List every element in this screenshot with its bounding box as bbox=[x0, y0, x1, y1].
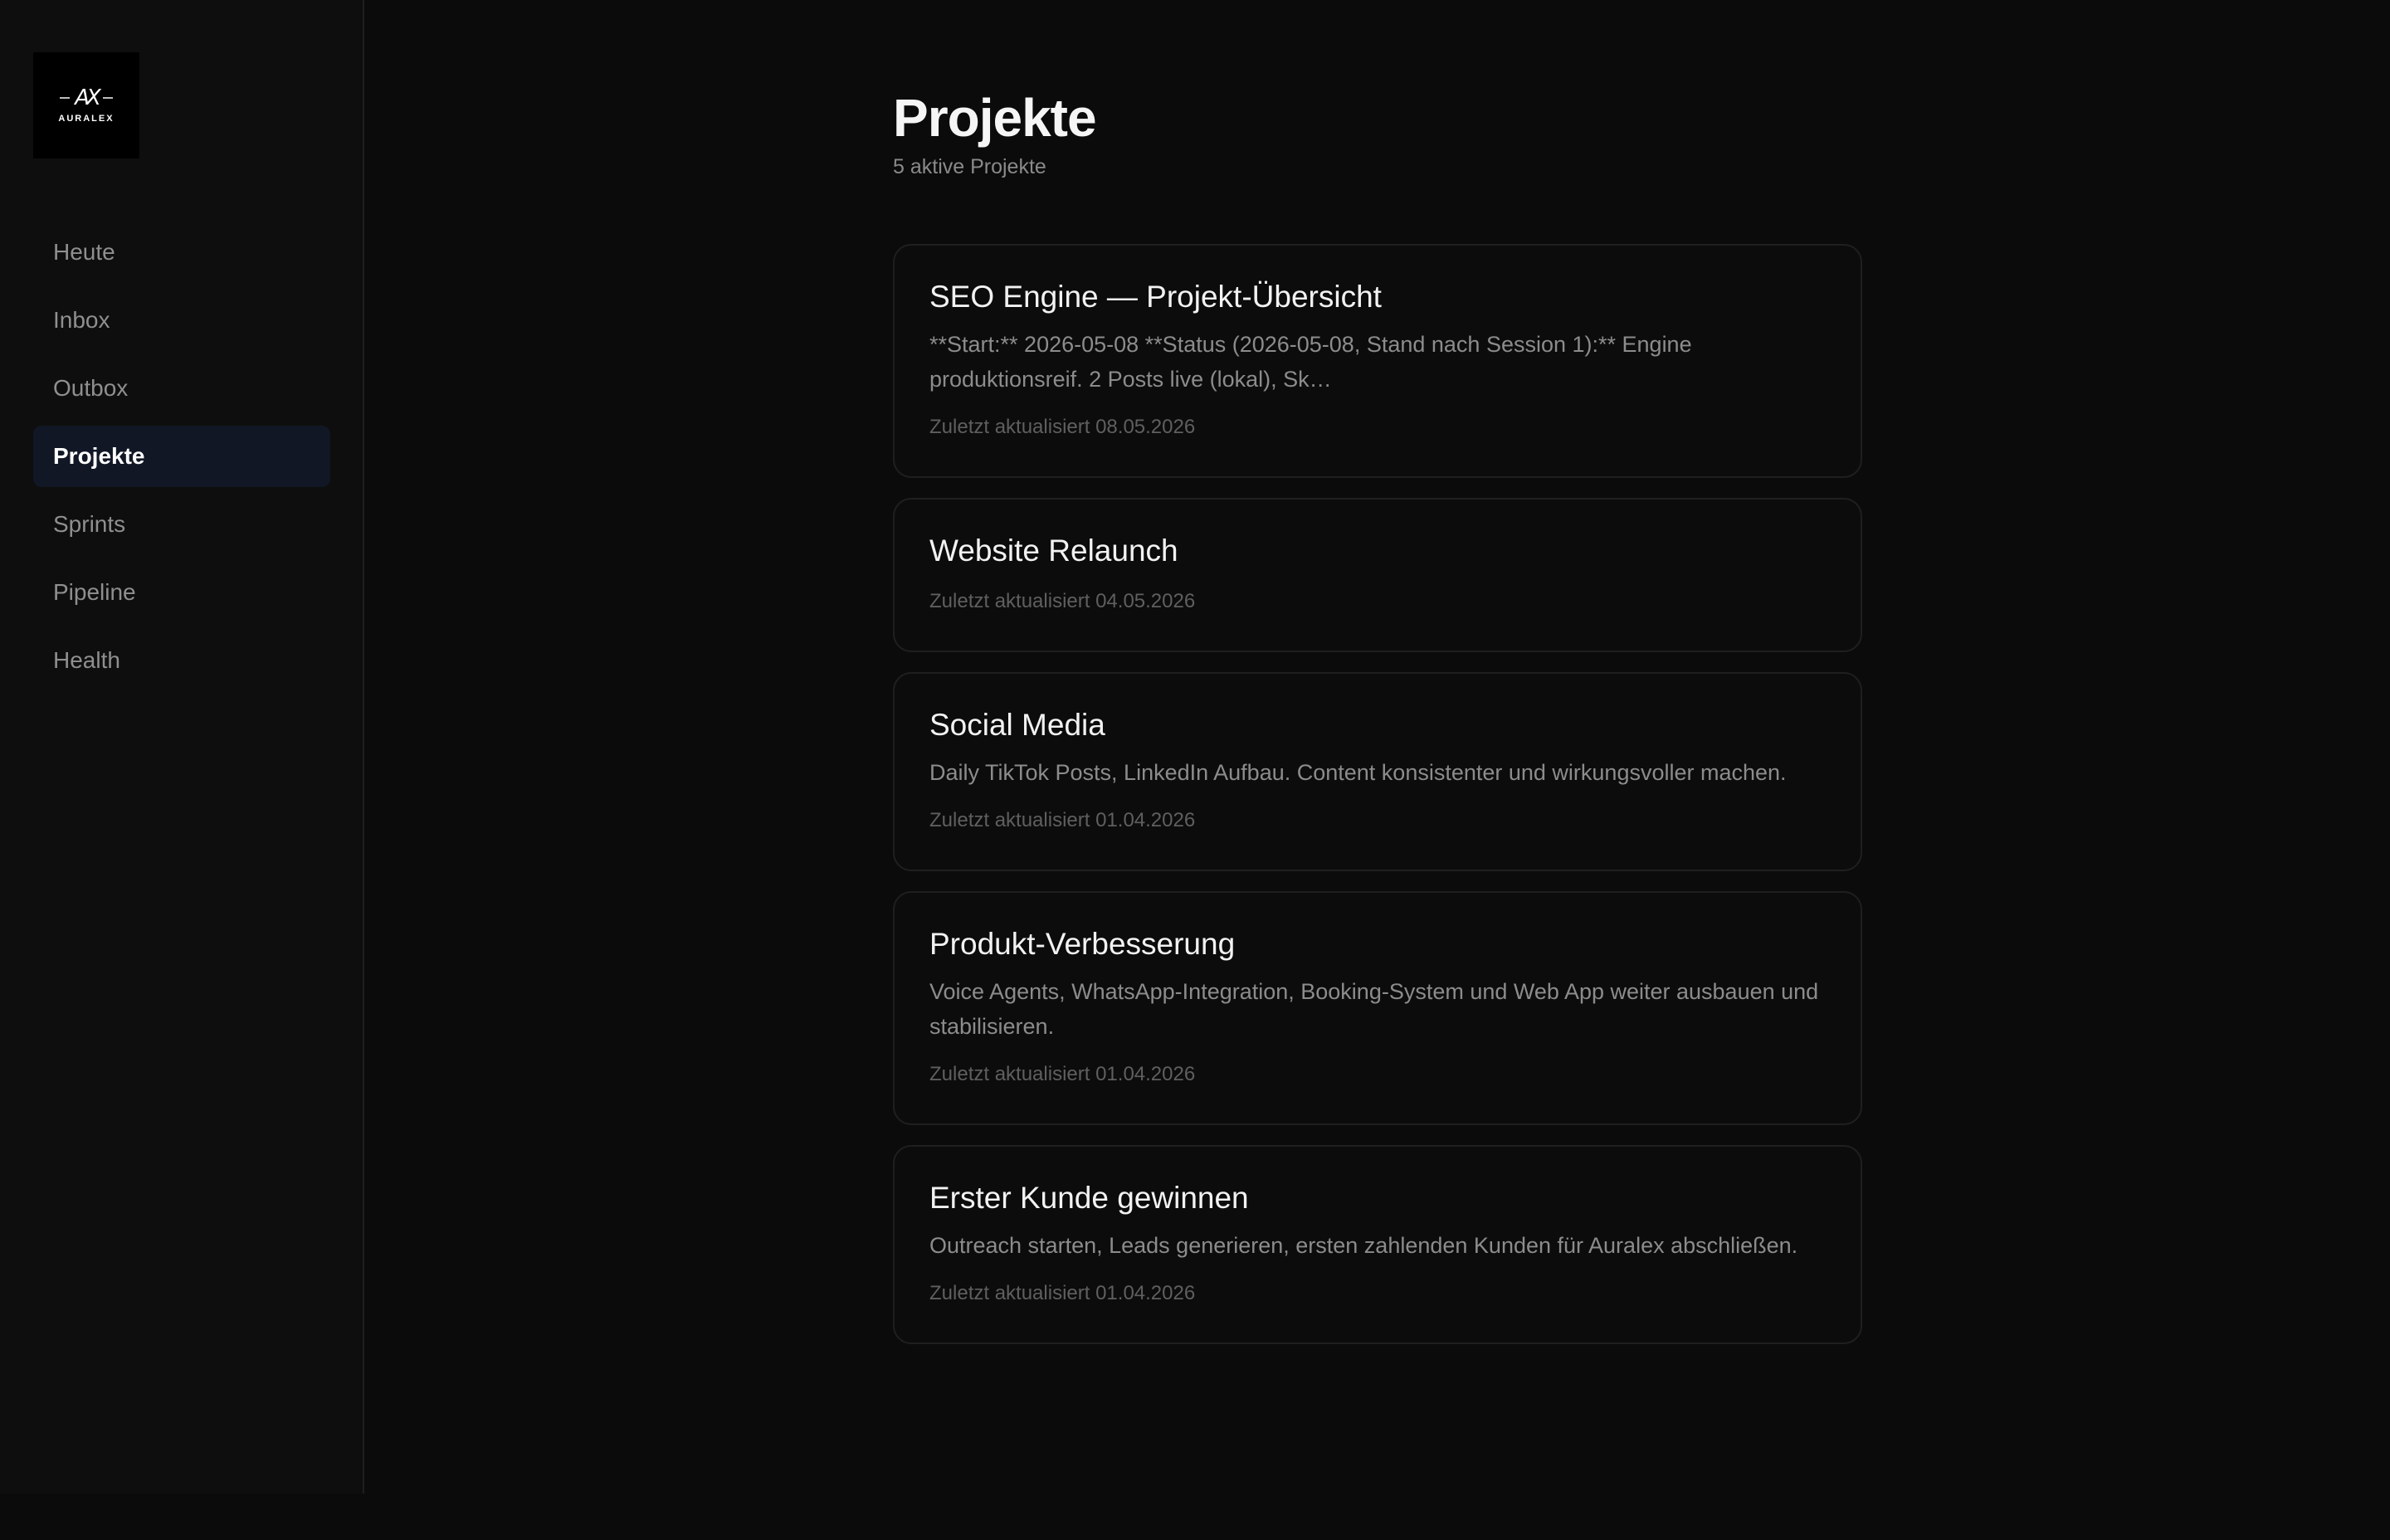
project-title: Social Media bbox=[929, 708, 1105, 742]
project-title: Erster Kunde gewinnen bbox=[929, 1181, 1249, 1215]
project-title: Produkt-Verbesserung bbox=[929, 927, 1236, 961]
sidebar-item-label: Heute bbox=[53, 239, 115, 265]
sidebar-item-label: Inbox bbox=[53, 307, 110, 333]
project-card-website-relaunch[interactable]: Website Relaunch Zuletzt aktualisiert 04… bbox=[893, 498, 1862, 652]
project-count: 5 aktive Projekte bbox=[893, 155, 1046, 178]
sidebar-nav: Heute Inbox Outbox Projekte Sprints Pipe… bbox=[33, 222, 330, 698]
logo-monogram: AX bbox=[75, 85, 101, 110]
logo-dash-left bbox=[60, 97, 71, 99]
project-description: Voice Agents, WhatsApp-Integration, Book… bbox=[929, 979, 1819, 1039]
project-card-produkt-verbesserung[interactable]: Produkt-Verbesserung Voice Agents, Whats… bbox=[893, 891, 1862, 1125]
sidebar-item-label: Sprints bbox=[53, 511, 126, 537]
project-description: **Start:** 2026-05-08 **Status (2026-05-… bbox=[929, 332, 1692, 392]
project-card-seo-engine[interactable]: SEO Engine — Projekt-Übersicht **Start:*… bbox=[893, 244, 1862, 478]
logo-wordmark: AURALEX bbox=[58, 114, 115, 124]
sidebar-item-label: Projekte bbox=[53, 443, 145, 469]
sidebar-item-pipeline[interactable]: Pipeline bbox=[33, 562, 330, 623]
sidebar-item-label: Pipeline bbox=[53, 579, 136, 605]
project-title: SEO Engine — Projekt-Übersicht bbox=[929, 280, 1382, 314]
page-title: Projekte bbox=[893, 88, 1097, 148]
project-list: SEO Engine — Projekt-Übersicht **Start:*… bbox=[893, 244, 1862, 1344]
logo-dash-right bbox=[102, 97, 113, 99]
project-updated: Zuletzt aktualisiert 01.04.2026 bbox=[929, 1282, 1196, 1304]
project-updated: Zuletzt aktualisiert 08.05.2026 bbox=[929, 416, 1196, 438]
sidebar-item-sprints[interactable]: Sprints bbox=[33, 494, 330, 555]
project-updated: Zuletzt aktualisiert 01.04.2026 bbox=[929, 809, 1196, 831]
project-updated: Zuletzt aktualisiert 04.05.2026 bbox=[929, 590, 1196, 612]
project-title: Website Relaunch bbox=[929, 534, 1178, 568]
project-card-social-media[interactable]: Social Media Daily TikTok Posts, LinkedI… bbox=[893, 672, 1862, 871]
project-updated: Zuletzt aktualisiert 01.04.2026 bbox=[929, 1063, 1196, 1085]
auralex-logo[interactable]: AX AURALEX bbox=[33, 52, 139, 158]
project-card-erster-kunde[interactable]: Erster Kunde gewinnen Outreach starten, … bbox=[893, 1145, 1862, 1344]
sidebar-item-inbox[interactable]: Inbox bbox=[33, 290, 330, 351]
sidebar-item-projekte[interactable]: Projekte bbox=[33, 426, 330, 487]
sidebar-item-outbox[interactable]: Outbox bbox=[33, 358, 330, 419]
sidebar-item-heute[interactable]: Heute bbox=[33, 222, 330, 283]
project-description: Outreach starten, Leads generieren, erst… bbox=[929, 1233, 1798, 1258]
main-content: Projekte 5 aktive Projekte SEO Engine — … bbox=[893, 83, 1862, 1364]
sidebar-item-label: Health bbox=[53, 647, 120, 673]
sidebar: AX AURALEX Heute Inbox Outbox Projekte S… bbox=[0, 0, 364, 1494]
sidebar-item-health[interactable]: Health bbox=[33, 630, 330, 691]
project-description: Daily TikTok Posts, LinkedIn Aufbau. Con… bbox=[929, 760, 1787, 785]
logo-mark: AX bbox=[60, 87, 113, 109]
sidebar-item-label: Outbox bbox=[53, 375, 129, 401]
